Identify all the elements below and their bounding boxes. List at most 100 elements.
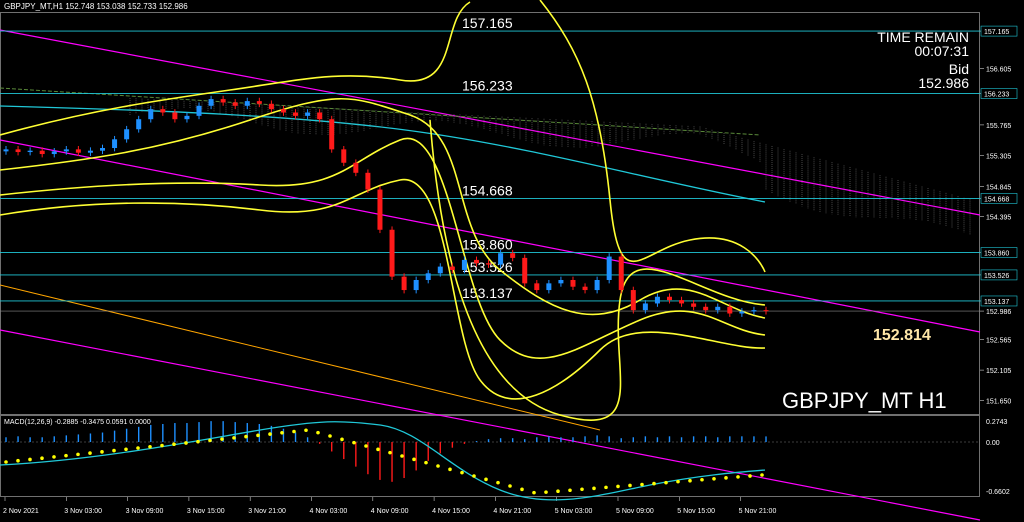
macd-signal-dot xyxy=(136,446,140,450)
candle xyxy=(570,280,576,287)
candle xyxy=(522,257,528,284)
time-axis-label: 4 Nov 21:00 xyxy=(493,508,531,515)
price-tick-label: 152.105 xyxy=(986,368,1011,375)
macd-signal-dot xyxy=(544,490,548,494)
macd-signal-dot xyxy=(232,436,236,440)
candle xyxy=(413,280,419,291)
candle xyxy=(401,276,407,291)
candle xyxy=(377,189,383,230)
macd-histogram xyxy=(5,421,767,482)
macd-signal-dot xyxy=(148,444,152,449)
time-axis-label: 4 Nov 15:00 xyxy=(432,508,470,515)
macd-pane-frame xyxy=(0,415,980,497)
price-tick-label: 151.650 xyxy=(986,399,1011,406)
level-label: 153.137 xyxy=(462,285,513,301)
macd-signal-dot xyxy=(280,430,284,435)
macd-signal-dot xyxy=(700,477,704,482)
candle xyxy=(703,306,709,311)
candle xyxy=(148,109,154,120)
macd-signal-dot xyxy=(580,487,584,492)
macd-axis-label: 0.2743 xyxy=(986,419,1008,426)
candle xyxy=(172,112,178,120)
macd-axis-label: -0.6602 xyxy=(986,489,1010,496)
candle xyxy=(341,149,347,163)
candle xyxy=(39,150,45,155)
level-axis-tag-label: 156.233 xyxy=(984,92,1009,99)
macd-signal-dot xyxy=(676,479,680,484)
candle xyxy=(280,109,286,113)
macd-signal-dot xyxy=(184,441,188,445)
candle xyxy=(51,151,57,155)
price-tick-label: 155.305 xyxy=(986,154,1011,161)
macd-signal-dot xyxy=(736,475,740,479)
level-axis-tag-label: 153.526 xyxy=(984,273,1009,280)
candle xyxy=(473,259,479,264)
macd-signal-dot xyxy=(364,444,368,448)
candle xyxy=(244,101,250,106)
candle xyxy=(220,99,226,103)
price-tick-label: 152.986 xyxy=(986,309,1011,316)
macd-signal-dot xyxy=(652,481,656,486)
macd-signal-dot xyxy=(616,484,620,489)
candle xyxy=(546,283,552,291)
macd-signal-dot xyxy=(64,453,68,458)
candle xyxy=(389,229,395,277)
time-axis-label: 5 Nov 03:00 xyxy=(555,508,593,515)
macd-signal-dot xyxy=(520,487,524,492)
macd-signal-dot xyxy=(604,485,608,490)
macd-axis-label: 0.00 xyxy=(986,440,1000,447)
candle xyxy=(594,280,600,291)
time-remain-value: 00:07:31 xyxy=(914,43,970,59)
candle xyxy=(268,103,274,110)
candle xyxy=(630,290,636,311)
macd-signal-dot xyxy=(340,437,344,442)
macd-signal-dot xyxy=(688,478,692,483)
candle xyxy=(763,310,769,312)
macd-signal-dot xyxy=(484,477,488,482)
candle xyxy=(461,259,467,270)
macd-signal-dot xyxy=(316,430,320,435)
macd-signal-dot xyxy=(124,447,128,452)
candle xyxy=(727,306,733,314)
macd-signal-dot xyxy=(532,490,536,495)
level-axis-tag-label: 157.165 xyxy=(984,29,1009,36)
candle xyxy=(751,310,757,312)
macd-signal-dot xyxy=(172,442,176,447)
time-remain-label: TIME REMAIN xyxy=(877,29,969,45)
candle xyxy=(498,253,504,265)
macd-signal-dot xyxy=(460,470,464,475)
macd-signal-dot xyxy=(412,457,416,462)
main-pane-frame xyxy=(0,12,980,415)
price-chart[interactable]: 157.165 156.605 156.233 155.765 155.305 154.8… xyxy=(0,0,1024,522)
macd-signal-dot xyxy=(304,428,308,433)
macd-signal-dot xyxy=(388,450,392,455)
macd-signal-dot xyxy=(400,454,404,458)
macd-signal-dot xyxy=(556,489,560,493)
time-axis-label: 3 Nov 21:00 xyxy=(248,508,286,515)
macd-signal-dot xyxy=(592,486,596,491)
macd-signal-dot xyxy=(28,457,32,462)
macd-signal-dot xyxy=(352,440,356,445)
candle xyxy=(208,99,214,106)
candle xyxy=(353,162,359,173)
time-axis-label: 3 Nov 03:00 xyxy=(64,508,102,515)
candle xyxy=(654,296,660,304)
macd-signal-dot xyxy=(568,488,572,493)
macd-signal-dot xyxy=(760,473,764,477)
candle xyxy=(558,280,564,284)
candle xyxy=(256,101,262,104)
macd-signal-dot xyxy=(16,458,20,463)
level-axis-tag-label: 154.668 xyxy=(984,196,1009,203)
time-axis-label: 5 Nov 15:00 xyxy=(677,508,715,515)
bollinger-band xyxy=(539,0,766,273)
candle xyxy=(63,149,69,152)
candle xyxy=(642,303,648,311)
macd-signal-dot xyxy=(424,460,428,465)
time-axis-label: 2 Nov 2021 xyxy=(3,508,39,515)
macd-signal-dot xyxy=(112,448,116,453)
time-axis-label: 3 Nov 09:00 xyxy=(126,508,164,515)
candle xyxy=(486,263,492,265)
macd-signal-dot xyxy=(40,456,44,460)
candle xyxy=(618,256,624,291)
candle xyxy=(112,139,118,149)
